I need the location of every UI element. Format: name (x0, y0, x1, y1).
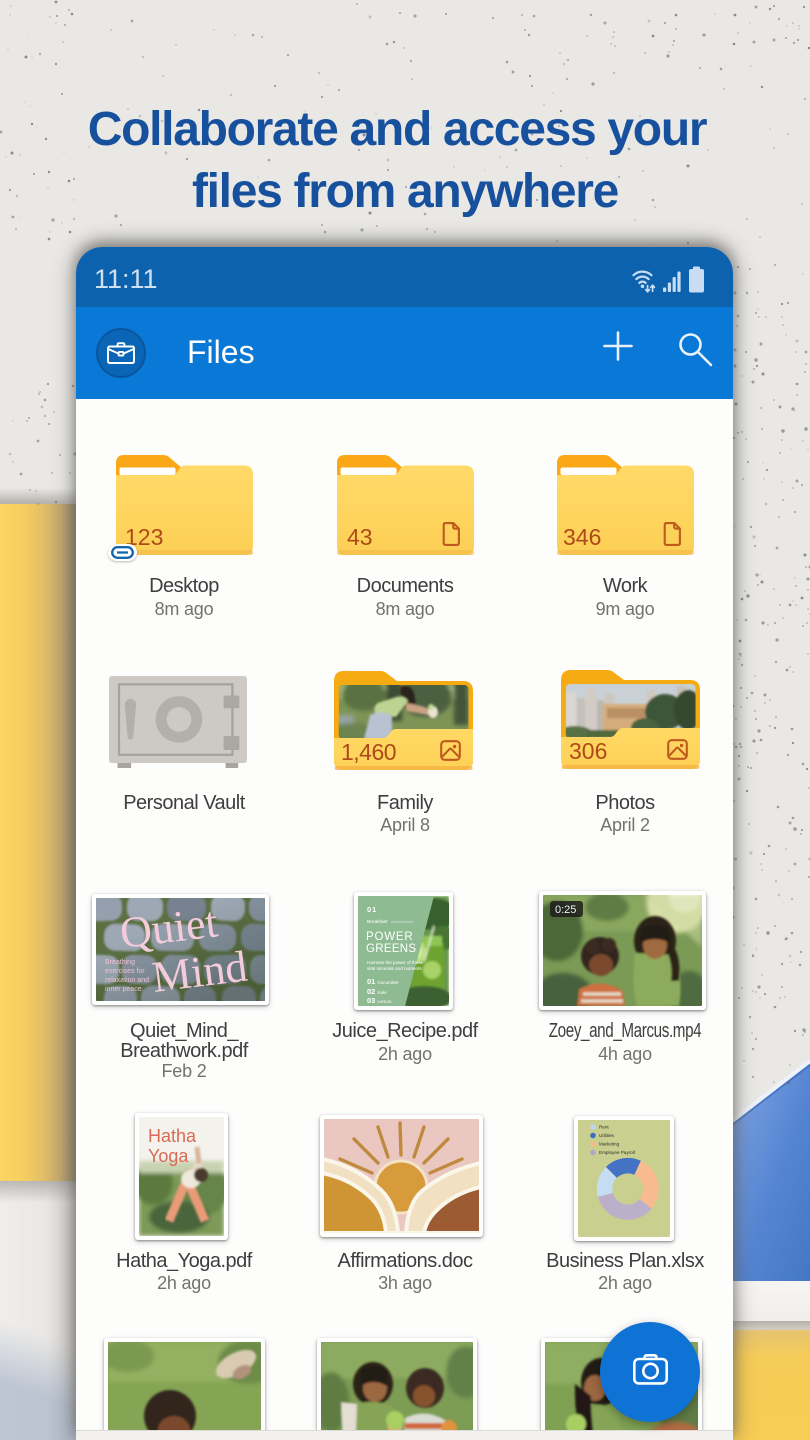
svg-text:Yoga: Yoga (148, 1146, 189, 1166)
svg-text:Hatha: Hatha (148, 1126, 197, 1146)
svg-text:0:25: 0:25 (555, 904, 576, 916)
svg-text:Marketing: Marketing (599, 1142, 620, 1147)
svg-text:Harness the power of these: Harness the power of these (367, 960, 424, 965)
svg-text:Breakfast: Breakfast (367, 919, 388, 925)
svg-text:relaxation and: relaxation and (105, 977, 149, 984)
svg-text:Breathing: Breathing (105, 959, 135, 966)
svg-text:inner peace.: inner peace. (105, 986, 144, 993)
svg-text:Utilities: Utilities (599, 1133, 615, 1138)
svg-text:GREENS: GREENS (366, 943, 416, 955)
svg-text:Employee Payroll: Employee Payroll (599, 1150, 635, 1155)
svg-text:exercises for: exercises for (105, 968, 145, 975)
svg-text:Rent: Rent (599, 1125, 609, 1130)
svg-text:Mind: Mind (149, 942, 250, 1001)
svg-text:01: 01 (367, 905, 377, 914)
svg-text:vital minerals and nutrients.: vital minerals and nutrients. (367, 966, 423, 971)
svg-text:POWER: POWER (366, 931, 413, 943)
